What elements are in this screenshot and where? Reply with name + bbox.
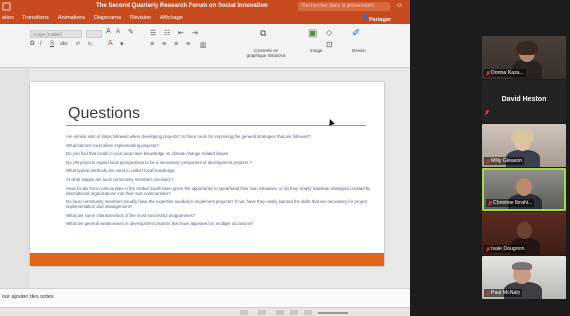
numbering-icon[interactable]: ☷ [164, 29, 170, 37]
list-item: At what stages are local community membe… [66, 176, 174, 182]
shrink-font-icon[interactable]: A [116, 29, 120, 35]
textbox-icon[interactable]: ⊡ [326, 40, 333, 49]
increase-indent-icon[interactable]: ⇥ [192, 29, 198, 37]
notes-toggle-icon[interactable] [240, 310, 248, 315]
participant-name: David Heston [501, 96, 547, 103]
list-item: Do you find that locals in your area hav… [66, 151, 229, 157]
participant-name: Milly Gleason [491, 158, 523, 164]
align-center-icon[interactable]: ≡ [162, 41, 166, 48]
slide-title[interactable]: Questions [68, 105, 140, 123]
participant-tile[interactable]: Isale Dougnon [482, 212, 566, 255]
ribbon-tabs: ation Transitions Animations Diaporama R… [0, 13, 410, 24]
avatar [516, 178, 532, 196]
list-item: What are general weaknesses in developme… [66, 221, 254, 227]
image-button-label[interactable]: Image [310, 48, 323, 53]
title-bar: The Second Quarterly Research Forum on S… [0, 0, 410, 13]
draw-button-label[interactable]: Dessin [352, 48, 366, 53]
ribbon-toolbar: Corps (Calibri) A A ✎ G I S abc x² x₂ A … [0, 24, 410, 68]
question-list[interactable]: Are similar sets of steps followed when … [66, 134, 372, 230]
slide-sorter-icon[interactable] [290, 310, 298, 315]
reading-view-icon[interactable] [304, 310, 312, 315]
participant-tile[interactable]: David Heston [482, 80, 566, 123]
notes-pane[interactable]: our ajouter des notes [0, 288, 410, 307]
participant-name: Isale Dougnon [491, 246, 525, 252]
font-color-icon[interactable]: A [108, 40, 113, 47]
decrease-indent-icon[interactable]: ⇤ [178, 29, 184, 37]
tab-insertion[interactable]: ation [2, 15, 14, 21]
slide-canvas[interactable]: Questions Are similar sets of steps foll… [30, 82, 384, 266]
title-divider [66, 125, 366, 126]
align-left-icon[interactable]: ≡ [150, 41, 154, 48]
list-item: Do UN projects regard local perspectives… [66, 159, 253, 165]
muted-mic-icon [485, 110, 489, 115]
slide-thumbnail-panel[interactable] [0, 68, 30, 288]
strikethrough-icon[interactable]: abc [60, 41, 68, 47]
quick-access-icon[interactable] [2, 2, 12, 11]
muted-mic-icon [486, 290, 490, 296]
list-item: What barriers exist when implementing pr… [66, 142, 159, 148]
justify-icon[interactable]: ≡ [186, 41, 190, 48]
zoom-gallery: Donna Kaza... David Heston Milly Gleason… [410, 0, 570, 316]
tab-diaporama[interactable]: Diaporama [94, 15, 121, 21]
superscript-icon[interactable]: x² [76, 41, 80, 47]
clear-format-icon[interactable]: ✎ [128, 28, 134, 36]
muted-mic-icon [488, 200, 492, 206]
screen: The Second Quarterly Research Forum on S… [0, 0, 570, 316]
tab-animations[interactable]: Animations [58, 15, 85, 21]
participant-tile-active-speaker[interactable]: Christine Ibrahi... [482, 168, 566, 211]
bullets-icon[interactable]: ☰ [150, 29, 156, 37]
list-item: What are some characteristics of the mos… [66, 212, 196, 218]
shapes-icon[interactable]: ◇ [326, 28, 332, 37]
participant-name: Christine Ibrahi... [493, 200, 533, 206]
font-name-select[interactable]: Corps (Calibri) [30, 30, 82, 38]
participant-name: Donna Kaza... [491, 70, 524, 76]
muted-mic-icon [486, 158, 490, 164]
convert-smartart-label[interactable]: Convertir en graphique SmartArt [244, 48, 288, 58]
feedback-icon[interactable]: ☺ [396, 2, 403, 9]
list-item: What typical methods are used to collect… [66, 168, 175, 174]
muted-mic-icon [486, 246, 490, 252]
participant-tile[interactable]: Paul McNaly [482, 256, 566, 299]
status-bar [0, 307, 410, 316]
zoom-slider[interactable] [318, 312, 348, 314]
bold-icon[interactable]: G [30, 41, 35, 47]
italic-icon[interactable]: I [40, 41, 42, 47]
tab-affichage[interactable]: Affichage [160, 15, 183, 21]
font-size-select[interactable] [86, 30, 102, 38]
grow-font-icon[interactable]: A [106, 28, 111, 35]
comments-toggle-icon[interactable] [258, 310, 266, 315]
tab-revision[interactable]: Révision [130, 15, 151, 21]
participant-name: Paul McNaly [491, 290, 521, 296]
smartart-icon[interactable]: ⧉ [260, 28, 266, 39]
highlight-icon[interactable]: ▾ [120, 40, 124, 48]
normal-view-icon[interactable] [276, 310, 284, 315]
participant-tile[interactable]: Donna Kaza... [482, 36, 566, 79]
draw-icon[interactable]: ✐ [352, 28, 360, 39]
slide-footer-bar [30, 253, 384, 266]
share-button[interactable]: 👤 Partager [362, 15, 391, 23]
powerpoint-window: The Second Quarterly Research Forum on S… [0, 0, 410, 316]
list-item: Are similar sets of steps followed when … [66, 134, 311, 139]
list-item: Do local community members usually have … [66, 199, 368, 210]
participant-tile[interactable]: Milly Gleason [482, 124, 566, 167]
subscript-icon[interactable]: x₂ [88, 41, 92, 47]
search-input[interactable]: Rechercher dans la présentation [298, 2, 390, 11]
list-item: Have locals from communities in the Glob… [66, 185, 371, 196]
muted-mic-icon [486, 70, 490, 76]
avatar [517, 222, 532, 239]
align-right-icon[interactable]: ≡ [174, 41, 178, 48]
window-title: The Second Quarterly Research Forum on S… [96, 3, 268, 9]
columns-icon[interactable]: ▥ [200, 41, 207, 49]
tab-transitions[interactable]: Transitions [22, 15, 49, 21]
notes-placeholder[interactable]: our ajouter des notes [2, 294, 54, 300]
underline-icon[interactable]: S [50, 41, 54, 47]
image-icon[interactable]: ▣ [308, 28, 317, 39]
